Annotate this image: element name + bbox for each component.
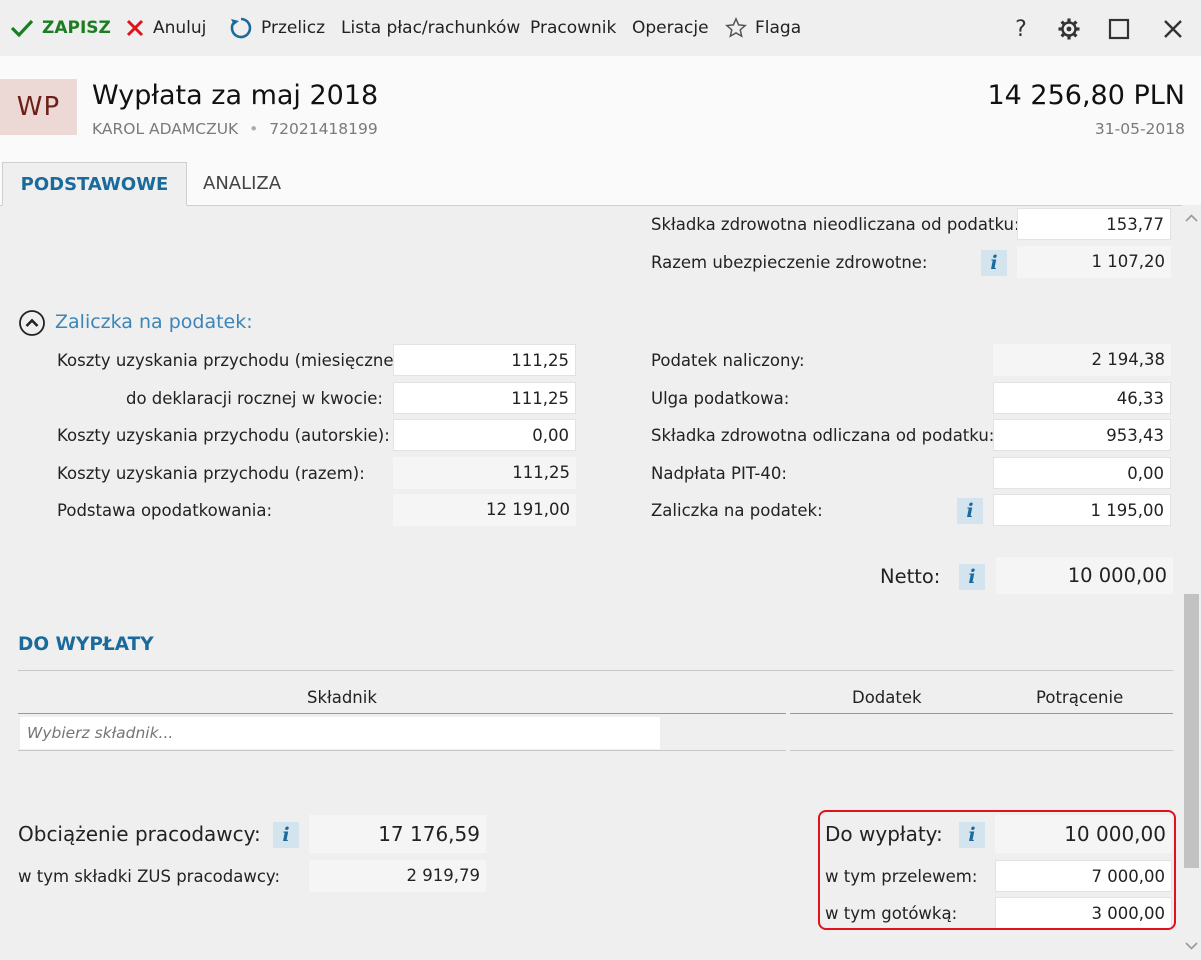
gear-icon: [1058, 18, 1080, 40]
tax-calculated-field: 2 194,38: [993, 344, 1171, 376]
health-deductible-field[interactable]: 953,43: [993, 419, 1171, 451]
chevron-up-icon: [19, 310, 45, 336]
info-icon[interactable]: i: [273, 822, 299, 848]
scrollbar-thumb[interactable]: [1184, 594, 1199, 868]
pit40-overpayment-label: Nadpłata PIT-40:: [651, 464, 787, 483]
collapse-toggle[interactable]: [18, 309, 46, 337]
employer-cost-field: 17 176,59: [309, 815, 486, 853]
recalculate-label: Przelicz: [261, 18, 326, 38]
star-icon: [725, 17, 747, 38]
recalculate-button[interactable]: Przelicz: [229, 15, 325, 41]
employee-name: KAROL ADAMCZUK: [92, 120, 239, 138]
costs-author-label: Koszty uzyskania przychodu (autorskie):: [57, 426, 390, 445]
costs-total-field: 111,25: [393, 457, 576, 489]
separator: •: [249, 120, 259, 138]
page-title: Wypłata za maj 2018: [92, 80, 379, 111]
pit40-overpayment-field[interactable]: 0,00: [993, 457, 1171, 489]
operations-menu[interactable]: Operacje: [632, 15, 709, 41]
costs-total-label: Koszty uzyskania przychodu (razem):: [57, 464, 365, 483]
divider: [790, 713, 1173, 714]
info-icon[interactable]: i: [959, 564, 985, 590]
save-label: ZAPISZ: [42, 18, 111, 38]
chevron-up-icon: [1185, 214, 1198, 222]
net-field: 10 000,00: [996, 557, 1173, 594]
employee-id: 72021418199: [269, 120, 378, 138]
refresh-icon: [230, 17, 252, 39]
tab-analysis[interactable]: ANALIZA: [203, 162, 281, 205]
highlight-box: [818, 810, 1176, 930]
close-icon: [1164, 20, 1182, 38]
employer-cost-label: Obciążenie pracodawcy:: [18, 822, 261, 846]
maximize-icon: [1108, 18, 1130, 40]
tab-basic[interactable]: PODSTAWOWE: [2, 162, 187, 206]
costs-monthly-field[interactable]: 111,25: [393, 344, 576, 376]
employee-label: Pracownik: [530, 18, 617, 38]
cancel-label: Anuluj: [153, 18, 207, 38]
costs-author-field[interactable]: 0,00: [393, 419, 576, 451]
column-header-bonus: Dodatek: [852, 688, 922, 707]
employee-menu[interactable]: Pracownik: [530, 15, 616, 41]
tax-advance-field[interactable]: 1 195,00: [993, 494, 1171, 526]
payout-section-title: DO WYPŁATY: [18, 634, 154, 655]
flag-button[interactable]: Flaga: [725, 15, 801, 41]
divider: [18, 713, 786, 714]
cancel-button[interactable]: Anuluj: [125, 15, 206, 41]
gross-amount: 14 256,80 PLN: [987, 80, 1185, 111]
divider: [18, 750, 786, 751]
component-picker-input[interactable]: [20, 717, 660, 749]
help-button[interactable]: ?: [1006, 14, 1036, 44]
divider: [790, 750, 1173, 751]
health-deductible-label: Składka zdrowotna odliczana od podatku:: [651, 426, 995, 445]
divider: [18, 670, 1173, 671]
employee-info: KAROL ADAMCZUK • 72021418199: [92, 120, 378, 138]
document-header: WP Wypłata za maj 2018 KAROL ADAMCZUK • …: [0, 56, 1201, 162]
scroll-up-button[interactable]: [1184, 210, 1199, 224]
column-header-component: Składnik: [307, 688, 377, 707]
settings-button[interactable]: [1054, 14, 1084, 44]
maximize-button[interactable]: [1104, 14, 1134, 44]
tax-calculated-label: Podatek naliczony:: [651, 351, 805, 370]
help-icon: ?: [1015, 16, 1027, 42]
info-icon[interactable]: i: [957, 498, 983, 524]
net-label: Netto:: [880, 565, 941, 588]
annual-declaration-field[interactable]: 111,25: [393, 382, 576, 414]
tax-section-title[interactable]: Zaliczka na podatek:: [55, 311, 253, 333]
document-date: 31-05-2018: [1094, 120, 1185, 138]
scroll-down-button[interactable]: [1184, 938, 1199, 952]
tax-base-field: 12 191,00: [393, 494, 576, 526]
tax-base-label: Podstawa opodatkowania:: [57, 501, 273, 520]
health-non-deductible-label: Składka zdrowotna nieodliczana od podatk…: [651, 215, 1020, 234]
health-total-label: Razem ubezpieczenie zdrowotne:: [651, 253, 928, 272]
checkmark-icon: [10, 19, 34, 38]
health-total-field: 1 107,20: [1017, 246, 1171, 278]
annual-declaration-label: do deklaracji rocznej w kwocie:: [125, 389, 383, 408]
close-window-button[interactable]: [1158, 14, 1188, 44]
payroll-list-menu[interactable]: Lista płac/rachunków: [341, 15, 520, 41]
close-icon: [126, 19, 144, 37]
employer-zus-label: w tym składki ZUS pracodawcy:: [18, 867, 281, 886]
tax-relief-field[interactable]: 46,33: [993, 382, 1171, 414]
chevron-down-icon: [1185, 942, 1198, 950]
column-header-deduction: Potrącenie: [1036, 688, 1124, 707]
tax-advance-label: Zaliczka na podatek:: [651, 501, 823, 520]
costs-monthly-label: Koszty uzyskania przychodu (miesięczne):: [57, 351, 406, 370]
flag-label: Flaga: [755, 18, 802, 38]
toolbar: ZAPISZ Anuluj Przelicz Lista płac/rachun…: [0, 0, 1201, 56]
tab-bar: PODSTAWOWE ANALIZA: [0, 162, 1201, 206]
save-button[interactable]: ZAPISZ: [10, 15, 111, 41]
employer-zus-field: 2 919,79: [309, 860, 486, 892]
payroll-list-label: Lista płac/rachunków: [341, 18, 521, 38]
tax-relief-label: Ulga podatkowa:: [651, 389, 790, 408]
health-non-deductible-field[interactable]: 153,77: [1017, 208, 1171, 240]
info-icon[interactable]: i: [981, 250, 1007, 276]
operations-label: Operacje: [632, 18, 709, 38]
avatar: WP: [0, 79, 77, 135]
